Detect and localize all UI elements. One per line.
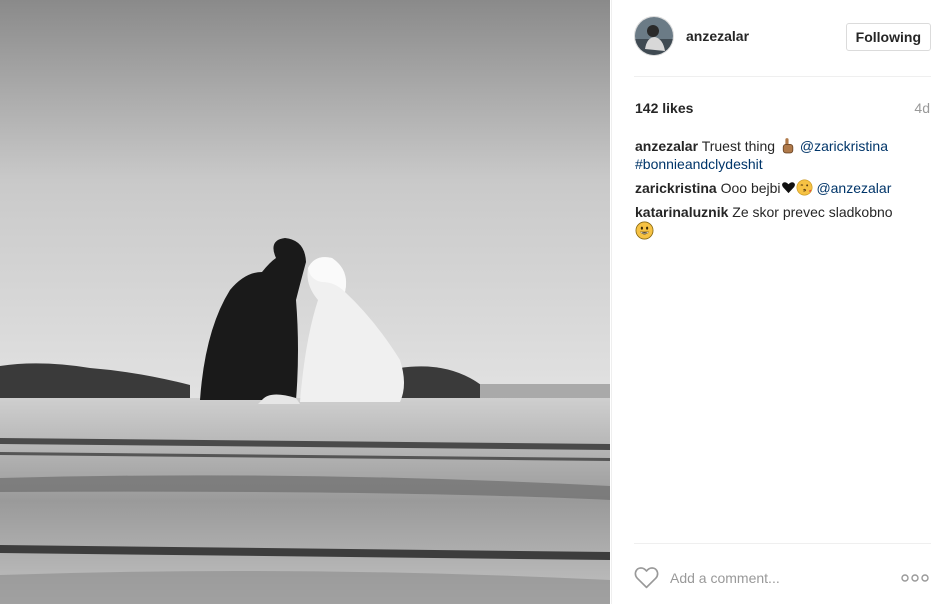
comment-text: Truest thing — [701, 138, 776, 154]
comment-item: zarickristina Ooo bejbi @anzezalar — [635, 179, 925, 197]
photo-image — [0, 0, 610, 604]
comment-hashtag[interactable]: #bonnieandclydeshit — [635, 156, 763, 172]
black-heart-emoji-icon — [781, 182, 795, 194]
author-username[interactable]: anzezalar — [686, 28, 749, 44]
comment-username[interactable]: anzezalar — [635, 138, 698, 154]
post-header: anzezalar Following — [634, 16, 931, 58]
post-details-panel: anzezalar Following 142 likes 4d anzezal… — [611, 0, 940, 604]
comment-list: anzezalar Truest thing @zarickristina #b… — [635, 137, 925, 247]
comment-text: Ooo bejbi — [720, 180, 781, 196]
likes-count[interactable]: 142 likes — [635, 100, 693, 116]
comment-username[interactable]: zarickristina — [635, 180, 717, 196]
comment-text: Ze skor prevec sladkobno — [732, 204, 893, 220]
comment-item: katarinaluznik Ze skor prevec sladkobno — [635, 203, 925, 241]
following-button[interactable]: Following — [845, 23, 931, 51]
post-age[interactable]: 4d — [914, 100, 930, 116]
face-throwing-kiss-emoji-icon — [796, 179, 813, 196]
index-pointing-up-emoji-icon — [782, 138, 794, 154]
divider — [634, 543, 931, 544]
more-options-icon[interactable] — [901, 570, 929, 586]
comment-mention[interactable]: @zarickristina — [800, 138, 888, 154]
grinning-face-emoji-icon — [635, 221, 654, 240]
comment-username[interactable]: katarinaluznik — [635, 204, 728, 220]
comment-item: anzezalar Truest thing @zarickristina #b… — [635, 137, 925, 173]
add-comment-input[interactable] — [670, 568, 890, 588]
heart-outline-icon[interactable] — [634, 566, 659, 589]
author-avatar[interactable] — [634, 16, 674, 56]
post-photo[interactable] — [0, 0, 610, 604]
comment-mention[interactable]: @anzezalar — [816, 180, 891, 196]
divider — [634, 76, 931, 77]
comment-footer — [634, 562, 931, 596]
